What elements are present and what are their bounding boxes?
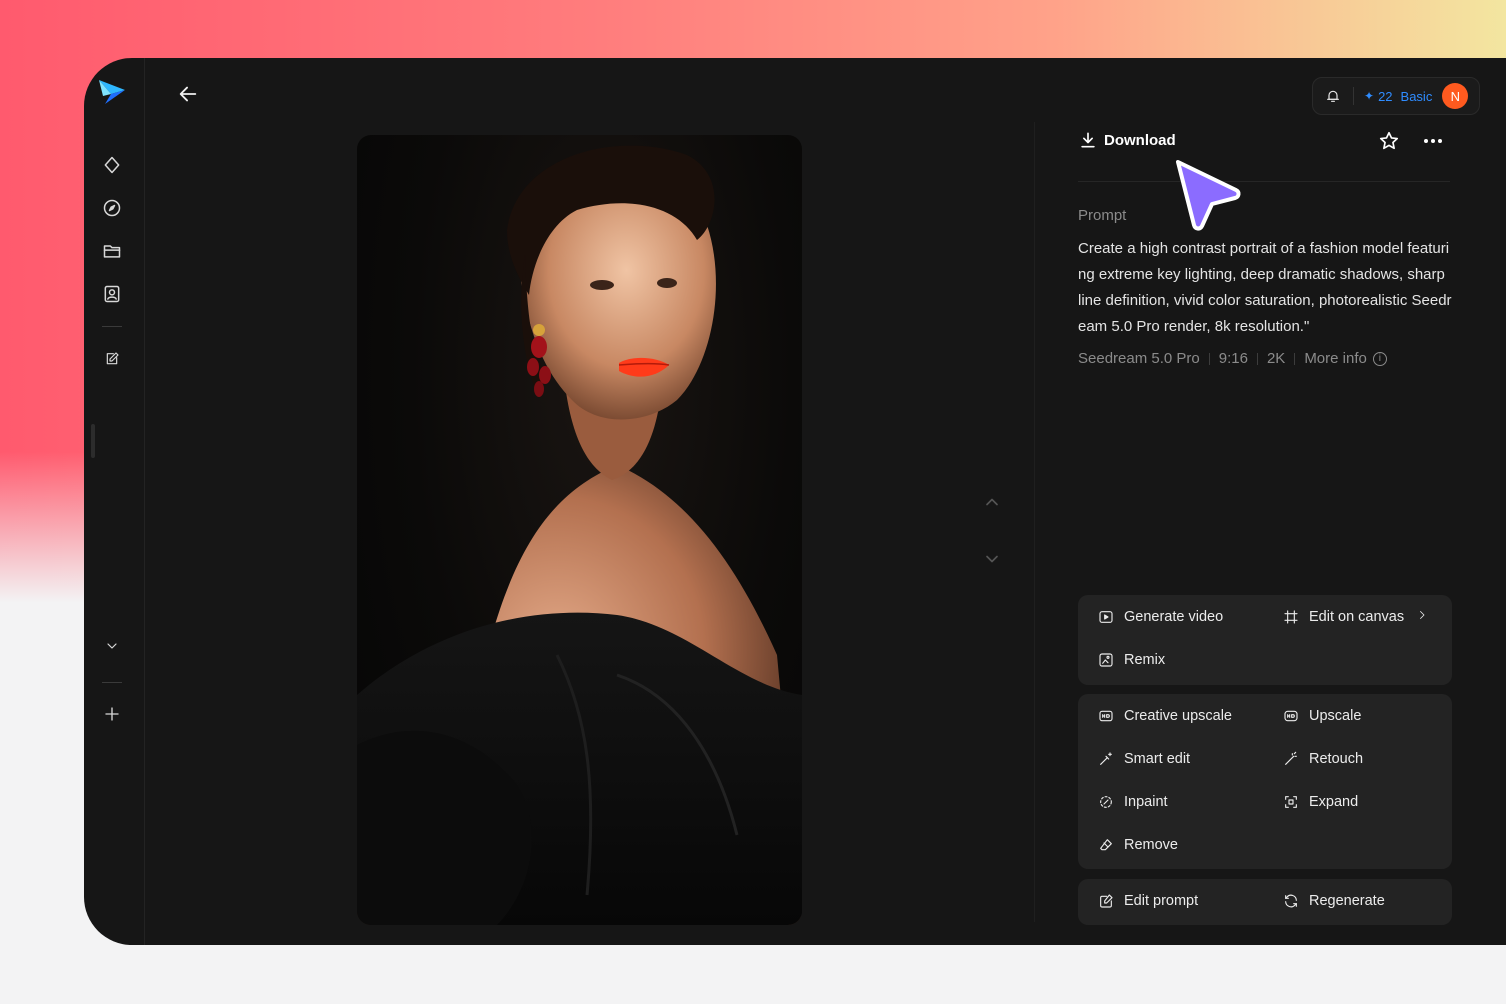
actions-card-generate: Generate video Edit on canvas Remix — [1078, 595, 1452, 685]
folder-icon[interactable] — [101, 240, 123, 262]
smart-edit-label: Smart edit — [1124, 751, 1191, 767]
inpaint-icon — [1100, 796, 1112, 808]
expand-icon — [1285, 796, 1297, 808]
credits-value: 22 — [1378, 88, 1393, 104]
edit-prompt-button[interactable]: Edit prompt — [1098, 893, 1198, 909]
hd-plus-icon — [1099, 710, 1113, 722]
explore-compass-icon[interactable] — [101, 197, 123, 219]
pointer-cursor-icon — [1170, 156, 1250, 236]
upscale-button[interactable]: Upscale — [1283, 708, 1361, 724]
sidebar-divider — [102, 682, 122, 683]
plus-icon[interactable] — [101, 703, 123, 725]
hd-icon — [1284, 710, 1298, 722]
next-image-button[interactable] — [981, 548, 1003, 570]
credits-counter[interactable]: ✦ 22 — [1364, 89, 1393, 104]
plan-badge[interactable]: Basic — [1401, 89, 1433, 104]
smart-edit-button[interactable]: Smart edit — [1098, 751, 1190, 767]
generated-image[interactable] — [357, 135, 802, 925]
previous-image-button[interactable] — [981, 491, 1003, 513]
app-logo[interactable] — [97, 76, 127, 106]
generate-video-button[interactable]: Generate video — [1098, 609, 1223, 625]
creative-upscale-label: Creative upscale — [1124, 708, 1232, 724]
meta-model: Seedream 5.0 Pro — [1078, 350, 1200, 367]
actions-card-edit: Creative upscale Upscale Smart edit Reto… — [1078, 694, 1452, 869]
create-icon[interactable] — [101, 154, 123, 176]
remix-image-icon — [1099, 653, 1113, 667]
download-icon — [1081, 132, 1095, 148]
favorite-star-icon[interactable] — [1378, 130, 1400, 152]
creative-upscale-button[interactable]: Creative upscale — [1098, 708, 1232, 724]
chevron-right-icon — [1416, 609, 1428, 625]
profile-card-icon[interactable] — [101, 283, 123, 305]
retouch-label: Retouch — [1309, 751, 1364, 767]
video-icon — [1099, 611, 1113, 623]
actions-card-prompt: Edit prompt Regenerate — [1078, 879, 1452, 925]
panel-divider — [1034, 122, 1035, 922]
regenerate-button[interactable]: Regenerate — [1283, 893, 1385, 909]
download-label: Download — [1104, 131, 1176, 149]
remove-label: Remove — [1124, 837, 1178, 853]
edit-note-icon[interactable] — [101, 348, 123, 370]
download-button[interactable]: Download — [1078, 130, 1176, 150]
more-options-icon[interactable] — [1422, 130, 1444, 152]
remix-button[interactable]: Remix — [1098, 652, 1165, 668]
inpaint-label: Inpaint — [1124, 794, 1168, 810]
prompt-label: Prompt — [1078, 207, 1127, 224]
chevron-down-icon[interactable] — [101, 635, 123, 657]
regenerate-label: Regenerate — [1309, 893, 1385, 909]
bell-icon[interactable] — [1313, 88, 1353, 104]
meta-ratio: 9:16 — [1218, 350, 1248, 367]
edit-prompt-label: Edit prompt — [1124, 893, 1199, 909]
magic-wand-icon — [1285, 751, 1297, 765]
expand-label: Expand — [1309, 794, 1359, 810]
sidebar — [84, 58, 145, 945]
image-meta: Seedream 5.0 Pro 9:16 2K More info i — [1078, 350, 1387, 367]
info-icon[interactable]: i — [1372, 351, 1387, 366]
sidebar-resize-handle[interactable] — [91, 424, 95, 458]
canvas-crop-icon — [1284, 610, 1298, 624]
topbar-separator — [1353, 87, 1354, 105]
app-window: ✦ 22 Basic N Download Prompt Create a hi… — [84, 58, 1506, 945]
more-info-link[interactable]: More info — [1304, 350, 1367, 367]
remix-label: Remix — [1124, 652, 1166, 668]
account-bar: ✦ 22 Basic N — [1312, 77, 1480, 115]
expand-button[interactable]: Expand — [1283, 794, 1358, 810]
edit-prompt-icon — [1100, 894, 1113, 908]
remove-button[interactable]: Remove — [1098, 837, 1178, 853]
edit-on-canvas-button[interactable]: Edit on canvas — [1283, 609, 1428, 625]
meta-resolution: 2K — [1266, 350, 1286, 367]
retouch-button[interactable]: Retouch — [1283, 751, 1363, 767]
back-button[interactable] — [176, 82, 200, 106]
edit-on-canvas-label: Edit on canvas — [1309, 609, 1405, 625]
avatar[interactable]: N — [1442, 83, 1469, 109]
sparkle-icon: ✦ — [1364, 89, 1375, 103]
upscale-label: Upscale — [1309, 708, 1362, 724]
inpaint-button[interactable]: Inpaint — [1098, 794, 1168, 810]
refresh-icon — [1285, 894, 1297, 908]
header-divider — [1078, 181, 1450, 182]
magic-brush-icon — [1100, 752, 1112, 765]
sidebar-divider — [102, 326, 122, 327]
eraser-icon — [1100, 839, 1112, 851]
generate-video-label: Generate video — [1124, 609, 1224, 625]
prompt-text: Create a high contrast portrait of a fas… — [1078, 240, 1452, 335]
